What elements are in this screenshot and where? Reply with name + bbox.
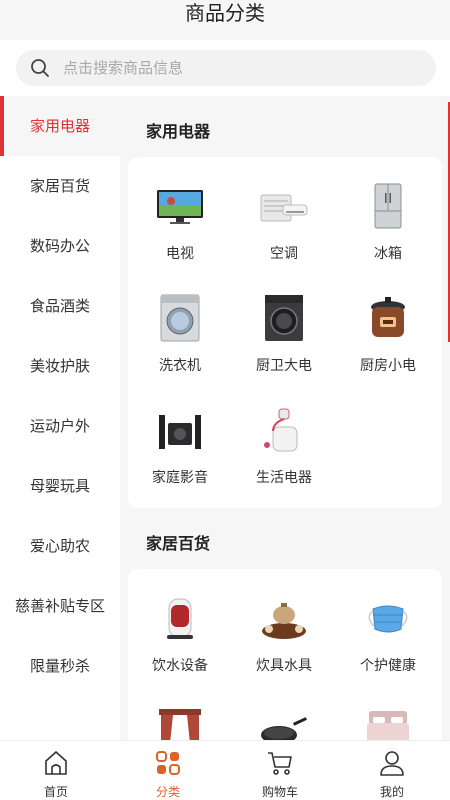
category-label: 冰箱: [374, 246, 402, 262]
category-tile[interactable]: 厨卫大电: [232, 279, 336, 391]
category-label: 个护健康: [360, 658, 416, 674]
category-tile[interactable]: [128, 691, 232, 740]
search-bar: 点击搜索商品信息: [0, 40, 450, 96]
tab-label: 购物车: [261, 785, 298, 799]
home-icon: [45, 751, 67, 775]
tab-label: 首页: [43, 785, 68, 799]
sidebar-item-digital[interactable]: 数码办公: [0, 216, 120, 276]
section-title: 家居百货: [146, 534, 211, 553]
section-card-home-goods: 饮水设备 炊具水具 个护健康: [128, 569, 442, 740]
category-tile[interactable]: 个护健康: [336, 579, 440, 691]
washing-machine-icon: [160, 294, 200, 342]
cart-icon: [268, 752, 292, 775]
category-label: 电视: [166, 246, 194, 262]
tab-label: 我的: [379, 785, 404, 799]
category-label: 生活电器: [256, 470, 312, 486]
tea-set-icon: [262, 603, 306, 639]
category-sidebar: 家用电器 家居百货 数码办公 食品酒类 美妆护肤 运动户外 母婴玩具 爱心助农 …: [0, 96, 120, 740]
search-input[interactable]: 点击搜索商品信息: [16, 50, 436, 86]
sidebar-item-flash-sale[interactable]: 限量秒杀: [0, 636, 120, 696]
category-tile[interactable]: 空调: [232, 167, 336, 279]
category-tile[interactable]: 家庭影音: [128, 391, 232, 503]
bed-icon: [367, 711, 409, 740]
section-title: 家用电器: [146, 122, 211, 141]
sidebar-item-baby-toys[interactable]: 母婴玩具: [0, 456, 120, 516]
category-tile[interactable]: 厨房小电: [336, 279, 440, 391]
category-tile[interactable]: 洗衣机: [128, 279, 232, 391]
category-label: 厨房小电: [360, 358, 416, 374]
frying-pan-icon: [261, 717, 307, 740]
category-tile[interactable]: 冰箱: [336, 167, 440, 279]
category-label: 家庭影音: [152, 470, 208, 486]
tab-mine[interactable]: 我的: [336, 741, 448, 800]
kettle-icon: [167, 598, 193, 639]
air-conditioner-icon: [260, 194, 308, 222]
tab-label: 分类: [155, 785, 180, 799]
face-mask-icon: [368, 605, 408, 633]
category-label: 炊具水具: [256, 658, 312, 674]
category-tile[interactable]: 电视: [128, 167, 232, 279]
fridge-icon: [374, 183, 402, 229]
pressure-cooker-icon: [371, 297, 405, 337]
category-label: 厨卫大电: [256, 358, 312, 374]
sidebar-item-charity[interactable]: 慈善补贴专区: [0, 576, 120, 636]
bottom-tab-bar: 首页 分类 购物车 我的: [0, 740, 450, 800]
front-loader-icon: [265, 295, 303, 341]
sidebar-item-farm-aid[interactable]: 爱心助农: [0, 516, 120, 576]
category-icon: [156, 751, 180, 775]
garment-steamer-icon: [264, 408, 298, 452]
sidebar-item-appliances[interactable]: 家用电器: [0, 96, 120, 156]
search-icon: [31, 59, 49, 77]
category-label: 空调: [270, 246, 298, 262]
section-card-appliances: 电视 空调 冰箱 洗衣机 厨卫大电 厨房小电 家庭影音 生活电器: [128, 157, 442, 508]
tv-icon: [157, 190, 203, 224]
sidebar-item-food[interactable]: 食品酒类: [0, 276, 120, 336]
category-tile[interactable]: 生活电器: [232, 391, 336, 503]
category-tile[interactable]: 饮水设备: [128, 579, 232, 691]
sidebar-item-sports[interactable]: 运动户外: [0, 396, 120, 456]
category-tile[interactable]: [336, 691, 440, 740]
category-label: 饮水设备: [152, 658, 208, 674]
category-content: 家用电器 电视 空调 冰箱 洗衣机 厨卫大电 厨房小电 家庭影音 生活电器 家居…: [120, 96, 450, 740]
sidebar-item-home-goods[interactable]: 家居百货: [0, 156, 120, 216]
curtain-icon: [159, 709, 201, 740]
category-tile[interactable]: [232, 691, 336, 740]
tab-home[interactable]: 首页: [0, 741, 112, 800]
sidebar-item-beauty[interactable]: 美妆护肤: [0, 336, 120, 396]
search-placeholder: 点击搜索商品信息: [63, 59, 184, 77]
category-tile[interactable]: 炊具水具: [232, 579, 336, 691]
speaker-icon: [159, 415, 201, 449]
top-bar: 商品分类: [0, 0, 450, 40]
category-label: 洗衣机: [159, 358, 201, 374]
user-icon: [380, 751, 404, 776]
page-title: 商品分类: [185, 1, 265, 25]
tab-cart[interactable]: 购物车: [224, 741, 336, 800]
tab-category[interactable]: 分类: [112, 741, 224, 800]
